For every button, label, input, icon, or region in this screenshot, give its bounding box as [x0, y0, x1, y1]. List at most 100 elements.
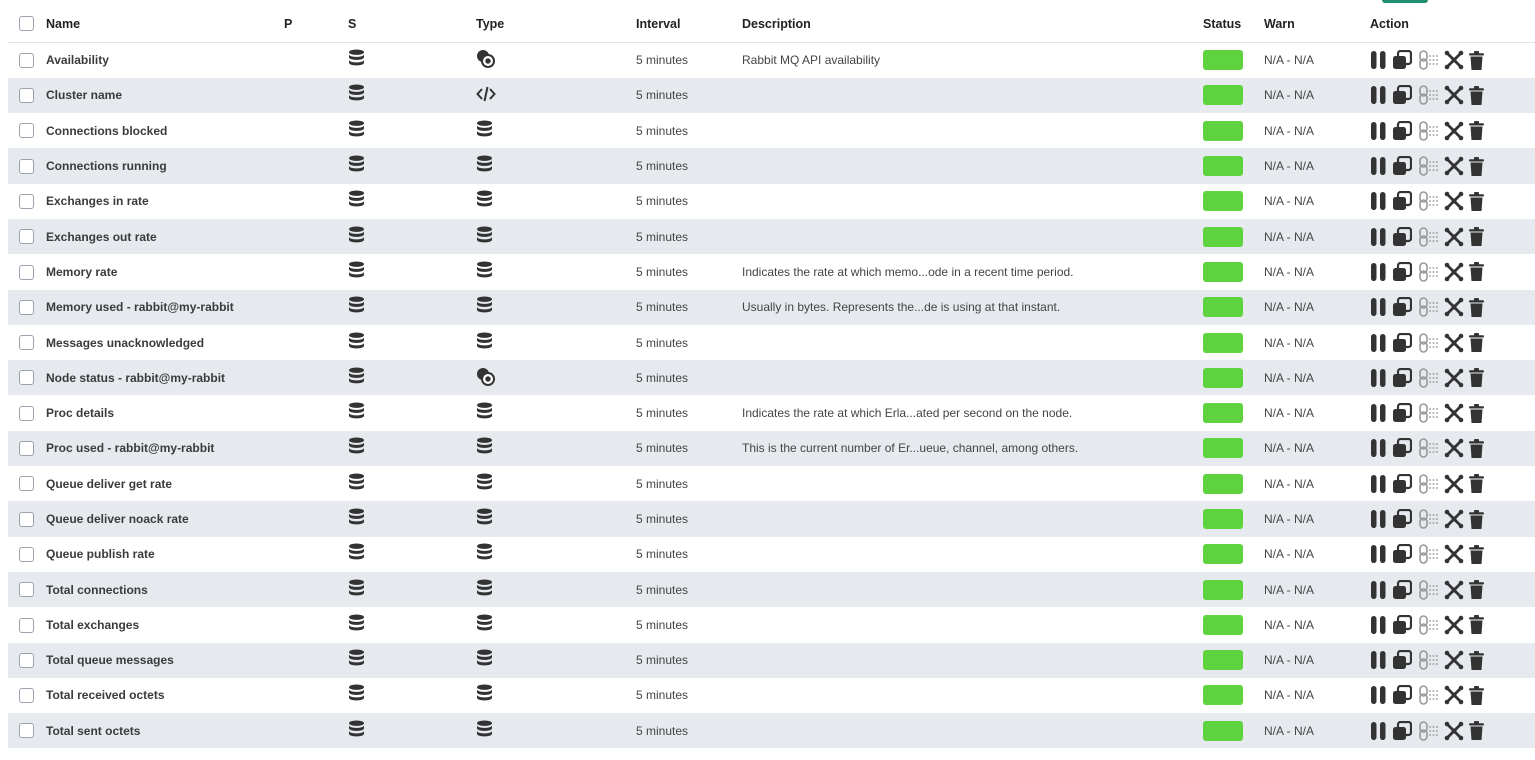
- trash-icon[interactable]: [1469, 685, 1484, 705]
- row-checkbox[interactable]: [19, 511, 34, 527]
- table-row[interactable]: Memory rate 5 minutes Indicates the rate a…: [8, 254, 1535, 290]
- disable-icon[interactable]: [1444, 191, 1464, 211]
- link-icon[interactable]: [1417, 85, 1439, 106]
- module-name[interactable]: Total exchanges: [46, 607, 284, 642]
- disable-icon[interactable]: [1444, 403, 1464, 423]
- copy-icon[interactable]: [1392, 191, 1412, 211]
- disable-icon[interactable]: [1444, 262, 1464, 282]
- module-name[interactable]: Connections blocked: [46, 113, 284, 148]
- pause-icon[interactable]: [1370, 298, 1387, 317]
- trash-icon[interactable]: [1469, 509, 1484, 529]
- pause-icon[interactable]: [1370, 474, 1387, 493]
- pause-icon[interactable]: [1370, 262, 1387, 281]
- disable-icon[interactable]: [1444, 615, 1464, 635]
- pause-icon[interactable]: [1370, 545, 1387, 564]
- trash-icon[interactable]: [1469, 368, 1484, 388]
- table-row[interactable]: Proc details 5 minutes Indicates the rate …: [8, 395, 1535, 431]
- column-header-p[interactable]: P: [284, 5, 348, 43]
- link-icon[interactable]: [1417, 720, 1439, 741]
- link-icon[interactable]: [1417, 579, 1439, 600]
- column-header-description[interactable]: Description: [742, 5, 1203, 43]
- link-icon[interactable]: [1417, 156, 1439, 176]
- trash-icon[interactable]: [1469, 191, 1484, 211]
- copy-icon[interactable]: [1392, 509, 1412, 529]
- copy-icon[interactable]: [1392, 297, 1412, 317]
- table-row[interactable]: Total sent octets 5 minutes N/A - N/A: [8, 713, 1535, 749]
- table-row[interactable]: Proc used - rabbit@my-rabbit 5 minutes Thi…: [8, 430, 1535, 467]
- table-row[interactable]: Total connections 5 minutes N/A - N/A: [8, 571, 1535, 608]
- row-checkbox[interactable]: [19, 546, 34, 562]
- module-name[interactable]: Total connections: [46, 572, 284, 607]
- pause-icon[interactable]: [1370, 686, 1387, 705]
- table-row[interactable]: Total exchanges 5 minutes N/A - N/A: [8, 607, 1535, 643]
- row-checkbox[interactable]: [19, 229, 34, 245]
- pause-icon[interactable]: [1370, 510, 1387, 528]
- disable-icon[interactable]: [1444, 368, 1464, 388]
- copy-icon[interactable]: [1392, 579, 1412, 600]
- module-name[interactable]: Exchanges in rate: [46, 184, 284, 219]
- trash-icon[interactable]: [1469, 297, 1484, 317]
- trash-icon[interactable]: [1469, 615, 1484, 635]
- column-header-name[interactable]: Name: [46, 5, 284, 43]
- pause-icon[interactable]: [1370, 651, 1387, 670]
- table-row[interactable]: Exchanges out rate 5 minutes N/A - N/A: [8, 218, 1535, 255]
- disable-icon[interactable]: [1444, 297, 1464, 317]
- table-row[interactable]: Availability 5 minutes Rabbit MQ API avail…: [8, 42, 1535, 78]
- module-name[interactable]: Cluster name: [46, 78, 284, 113]
- link-icon[interactable]: [1417, 544, 1439, 565]
- pause-icon[interactable]: [1370, 51, 1387, 70]
- module-name[interactable]: Proc used - rabbit@my-rabbit: [46, 431, 284, 466]
- copy-icon[interactable]: [1392, 226, 1412, 247]
- link-icon[interactable]: [1417, 262, 1439, 282]
- disable-icon[interactable]: [1444, 333, 1464, 353]
- row-checkbox[interactable]: [19, 688, 34, 704]
- pause-icon[interactable]: [1370, 615, 1387, 634]
- module-name[interactable]: Memory used - rabbit@my-rabbit: [46, 290, 284, 325]
- link-icon[interactable]: [1417, 297, 1439, 318]
- trash-icon[interactable]: [1469, 333, 1484, 353]
- pause-icon[interactable]: [1370, 333, 1387, 352]
- module-name[interactable]: Node status - rabbit@my-rabbit: [46, 360, 284, 395]
- link-icon[interactable]: [1417, 332, 1439, 353]
- copy-icon[interactable]: [1392, 685, 1412, 705]
- copy-icon[interactable]: [1392, 50, 1412, 70]
- copy-icon[interactable]: [1392, 720, 1412, 741]
- copy-icon[interactable]: [1392, 156, 1412, 176]
- disable-icon[interactable]: [1444, 580, 1464, 600]
- table-row[interactable]: Queue publish rate 5 minutes N/A - N/A: [8, 536, 1535, 572]
- link-icon[interactable]: [1417, 685, 1439, 706]
- module-name[interactable]: Exchanges out rate: [46, 219, 284, 254]
- link-icon[interactable]: [1417, 509, 1439, 529]
- pause-icon[interactable]: [1370, 121, 1387, 140]
- disable-icon[interactable]: [1444, 156, 1464, 176]
- module-name[interactable]: Total queue messages: [46, 643, 284, 678]
- row-checkbox[interactable]: [19, 723, 34, 739]
- pause-icon[interactable]: [1370, 227, 1387, 246]
- table-row[interactable]: Connections running 5 minutes N/A - N/A: [8, 148, 1535, 184]
- table-row[interactable]: Exchanges in rate 5 minutes N/A - N/A: [8, 183, 1535, 219]
- row-checkbox[interactable]: [19, 370, 34, 386]
- module-name[interactable]: Proc details: [46, 395, 284, 430]
- disable-icon[interactable]: [1444, 650, 1464, 670]
- table-row[interactable]: Connections blocked 5 minutes N/A - N/A: [8, 113, 1535, 149]
- table-row[interactable]: Queue deliver noack rate 5 minutes N/A - N…: [8, 501, 1535, 537]
- pause-icon[interactable]: [1370, 157, 1387, 176]
- row-checkbox[interactable]: [19, 476, 34, 492]
- table-row[interactable]: Cluster name 5 minutes N/A - N/A: [8, 77, 1535, 114]
- module-name[interactable]: Connections running: [46, 148, 284, 183]
- link-icon[interactable]: [1417, 615, 1439, 635]
- module-name[interactable]: Availability: [46, 43, 284, 78]
- trash-icon[interactable]: [1469, 721, 1484, 741]
- pause-icon[interactable]: [1370, 368, 1387, 387]
- row-checkbox[interactable]: [19, 194, 34, 209]
- link-icon[interactable]: [1417, 403, 1439, 423]
- row-checkbox[interactable]: [19, 617, 34, 633]
- row-checkbox[interactable]: [19, 299, 34, 315]
- disable-icon[interactable]: [1444, 685, 1464, 705]
- select-all-checkbox[interactable]: [19, 16, 34, 32]
- disable-icon[interactable]: [1444, 721, 1464, 741]
- disable-icon[interactable]: [1444, 438, 1464, 458]
- disable-icon[interactable]: [1444, 85, 1464, 105]
- disable-icon[interactable]: [1444, 227, 1464, 247]
- trash-icon[interactable]: [1469, 403, 1484, 423]
